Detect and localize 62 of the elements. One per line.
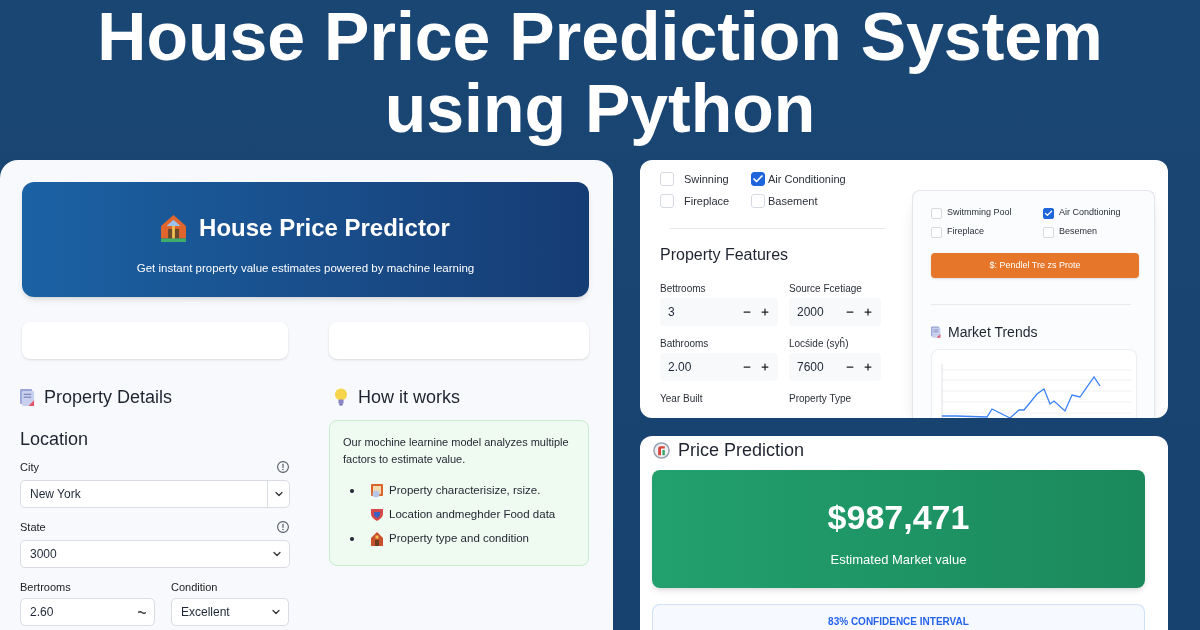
checkbox-label: Swinning	[684, 171, 729, 187]
banner-title: House Price Predictor	[199, 213, 450, 243]
select-field[interactable]: Excellent	[171, 598, 289, 626]
list-item-text: Location andmeghder Food data	[389, 507, 556, 523]
checkbox-label: Switmming Pool	[947, 206, 1012, 220]
plus-icon	[760, 362, 770, 372]
field-label: State	[20, 519, 46, 535]
section-heading: Price Prediction	[678, 438, 805, 462]
checkbox-label: Fireplace	[684, 193, 730, 209]
field-label: Property Type	[789, 392, 853, 406]
confidence-label: 83% CONFIDENCE INTERVAL	[828, 616, 969, 629]
number-field[interactable]: 3	[660, 298, 778, 326]
banner-subtitle: Get instant property value estimates powered by machine learning	[136, 261, 475, 276]
ring-icon	[653, 441, 670, 459]
checkbox[interactable]	[751, 172, 765, 186]
number-field[interactable]: 2.60	[20, 598, 155, 626]
number-field[interactable]: 7600	[789, 353, 881, 381]
field-label: Bertrooms	[20, 579, 71, 595]
list-item-text: Property type and condition	[389, 531, 529, 547]
info-text: Our mochine learnine model analyzes multiple factors to estimate value.	[343, 435, 570, 467]
tilde-icon	[138, 610, 146, 614]
price-value: $987,471	[827, 497, 970, 537]
house-icon	[371, 532, 383, 546]
notepad-icon	[20, 388, 35, 406]
field-label: Locśide (syĥ)	[789, 337, 850, 351]
section-heading: How it works	[358, 385, 460, 409]
section-heading: Property Details	[44, 385, 173, 409]
checkbox-label: Air Condtioning	[1059, 206, 1121, 220]
shield-icon	[371, 509, 383, 521]
section-heading: Property Features	[660, 245, 790, 265]
checkbox-label: Air Conditioning	[768, 171, 846, 187]
number-field[interactable]: 2.00	[660, 353, 778, 381]
number-field[interactable]: 2000	[789, 298, 881, 326]
field-label: City	[20, 459, 39, 475]
field-label: Source Fcetiage	[789, 282, 863, 296]
list-item-text: Property characterisize, rsize.	[389, 483, 541, 499]
select-field[interactable]: 3000	[20, 540, 290, 568]
checkbox[interactable]	[1043, 207, 1054, 219]
combo-box[interactable]: New York	[20, 480, 290, 508]
field-label: Bettrooms	[660, 282, 707, 296]
plus-icon	[863, 362, 873, 372]
notepad-icon	[931, 326, 941, 338]
field-label: Bathrooms	[660, 337, 710, 351]
house-icon	[161, 214, 187, 242]
check-icon	[1044, 208, 1053, 218]
price-caption: Estimated Market value	[830, 551, 967, 569]
checkbox-label: Basement	[768, 193, 818, 209]
checkbox-label: Fireplace	[947, 225, 984, 239]
field-label: Year Built	[660, 392, 704, 406]
subsection-heading: Location	[20, 428, 90, 451]
page-title: House Price Prediction System	[97, 0, 1103, 72]
frame-icon	[371, 484, 383, 498]
section-heading: Market Trends	[948, 322, 1038, 342]
checkbox-label: Besemen	[1059, 225, 1098, 239]
plus-icon	[760, 307, 770, 317]
exclamation-icon[interactable]	[277, 461, 289, 473]
exclamation-icon[interactable]	[277, 521, 289, 533]
plus-icon	[863, 307, 873, 317]
field-label: Condition	[171, 579, 218, 595]
check-icon	[752, 173, 764, 185]
bulb-icon	[335, 388, 347, 406]
page-title: using Python	[384, 72, 816, 144]
